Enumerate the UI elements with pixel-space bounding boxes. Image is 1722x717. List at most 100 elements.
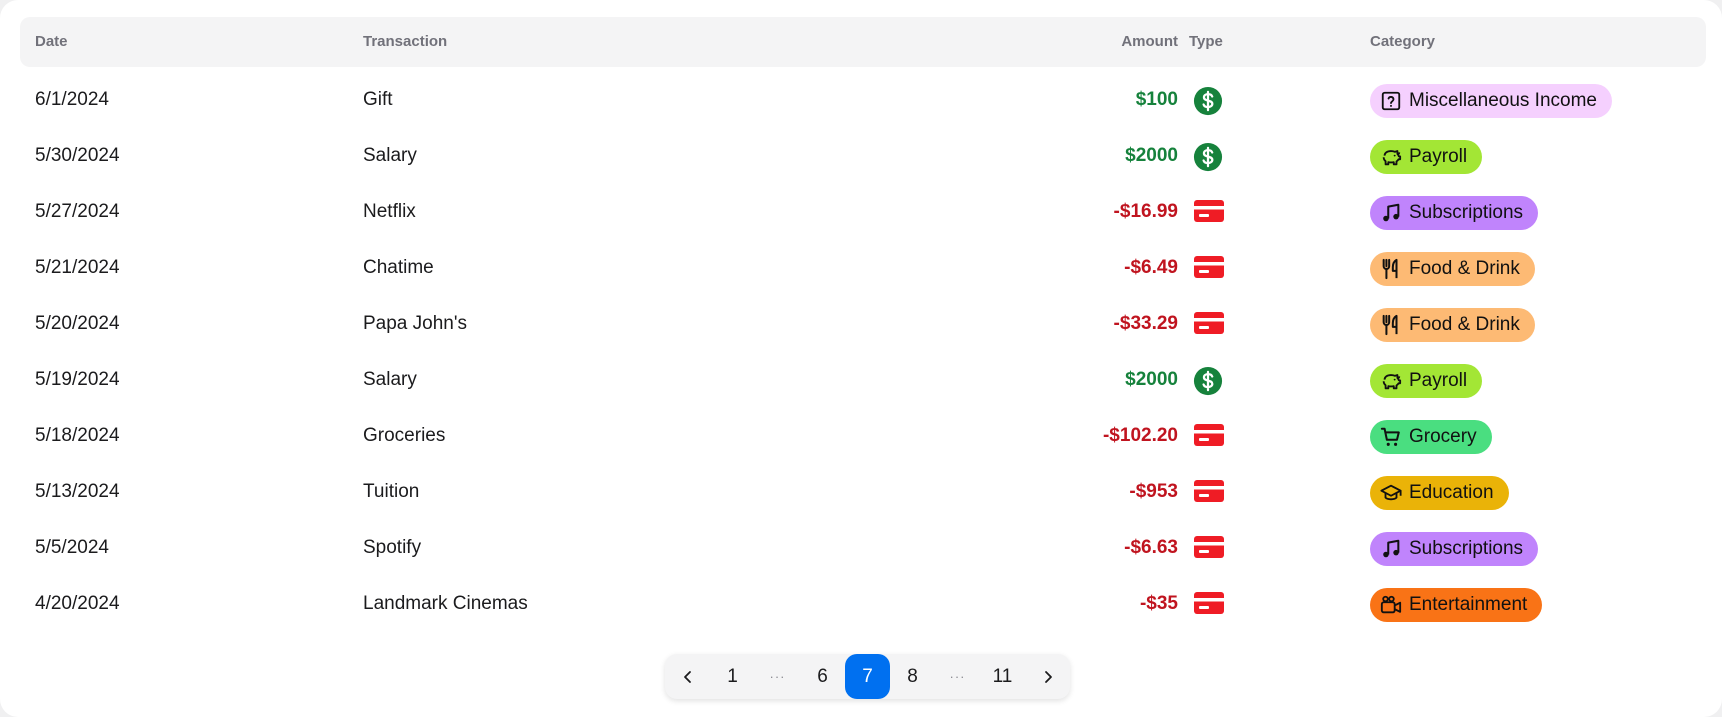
page-button[interactable]: 11 bbox=[980, 654, 1025, 699]
credit-card-icon bbox=[1193, 422, 1225, 450]
category-badge[interactable]: Payroll bbox=[1370, 364, 1483, 398]
transaction-cell: Spotify bbox=[363, 537, 422, 558]
category-badge[interactable]: Subscriptions bbox=[1370, 196, 1539, 230]
amount-cell: $100 bbox=[1135, 89, 1178, 110]
pagination-ellipsis: ··· bbox=[769, 669, 786, 684]
table-row[interactable]: 4/20/2024 Landmark Cinemas -$35 Entertai… bbox=[20, 576, 1706, 632]
dollar-circle-icon bbox=[1193, 366, 1225, 396]
dollar-circle-icon bbox=[1193, 86, 1225, 116]
shopping-cart-icon bbox=[1380, 426, 1402, 448]
category-label: Grocery bbox=[1409, 426, 1477, 447]
music-icon bbox=[1380, 538, 1402, 560]
page-button[interactable]: 8 bbox=[890, 654, 935, 699]
category-label: Payroll bbox=[1409, 146, 1468, 167]
date-cell: 5/27/2024 bbox=[35, 201, 120, 222]
table-row[interactable]: 5/30/2024 Salary $2000 Payroll bbox=[20, 128, 1706, 184]
credit-card-icon bbox=[1193, 534, 1225, 562]
category-badge[interactable]: Grocery bbox=[1370, 420, 1492, 454]
music-icon bbox=[1380, 202, 1402, 224]
next-page-button[interactable] bbox=[1025, 654, 1070, 699]
header-date[interactable]: Date bbox=[35, 17, 68, 67]
date-cell: 5/30/2024 bbox=[35, 145, 120, 166]
transaction-cell: Tuition bbox=[363, 481, 420, 502]
amount-cell: -$953 bbox=[1129, 481, 1178, 502]
category-badge[interactable]: Miscellaneous Income bbox=[1370, 84, 1612, 118]
question-icon bbox=[1380, 90, 1402, 112]
category-cell: Food & Drink bbox=[1370, 252, 1535, 286]
table-row[interactable]: 5/18/2024 Groceries -$102.20 Grocery bbox=[20, 408, 1706, 464]
pagination: 1 ··· 6 7 8 ··· 11 bbox=[665, 654, 1070, 699]
credit-card-icon bbox=[1193, 198, 1225, 226]
category-cell: Grocery bbox=[1370, 420, 1492, 454]
amount-cell: $2000 bbox=[1125, 369, 1178, 390]
transactions-card: Date Transaction Amount Type Category 6/… bbox=[0, 0, 1722, 717]
category-label: Food & Drink bbox=[1409, 258, 1520, 279]
category-badge[interactable]: Food & Drink bbox=[1370, 308, 1535, 342]
table-row[interactable]: 5/13/2024 Tuition -$953 Education bbox=[20, 464, 1706, 520]
credit-card-icon bbox=[1193, 254, 1225, 282]
transaction-cell: Chatime bbox=[363, 257, 434, 278]
category-cell: Payroll bbox=[1370, 140, 1483, 174]
pagination-ellipsis: ··· bbox=[949, 669, 966, 684]
graduation-cap-icon bbox=[1380, 482, 1402, 504]
category-label: Entertainment bbox=[1409, 594, 1528, 615]
category-cell: Subscriptions bbox=[1370, 532, 1539, 566]
table-header: Date Transaction Amount Type Category bbox=[20, 17, 1706, 67]
amount-cell: -$6.63 bbox=[1124, 537, 1178, 558]
amount-cell: -$33.29 bbox=[1113, 313, 1178, 334]
date-cell: 5/5/2024 bbox=[35, 537, 109, 558]
table-row[interactable]: 5/21/2024 Chatime -$6.49 Food & Drink bbox=[20, 240, 1706, 296]
date-cell: 5/18/2024 bbox=[35, 425, 120, 446]
utensils-icon bbox=[1380, 314, 1402, 336]
category-badge[interactable]: Payroll bbox=[1370, 140, 1483, 174]
credit-card-icon bbox=[1193, 590, 1225, 618]
header-amount[interactable]: Amount bbox=[1121, 17, 1178, 67]
transaction-cell: Groceries bbox=[363, 425, 446, 446]
date-cell: 5/13/2024 bbox=[35, 481, 120, 502]
page-button[interactable]: 6 bbox=[800, 654, 845, 699]
category-cell: Payroll bbox=[1370, 364, 1483, 398]
category-label: Education bbox=[1409, 482, 1494, 503]
chevron-left-icon bbox=[680, 669, 696, 685]
header-category[interactable]: Category bbox=[1370, 17, 1435, 67]
amount-cell: -$16.99 bbox=[1113, 201, 1178, 222]
table-row[interactable]: 5/20/2024 Papa John's -$33.29 Food & Dri… bbox=[20, 296, 1706, 352]
category-cell: Subscriptions bbox=[1370, 196, 1539, 230]
category-label: Miscellaneous Income bbox=[1409, 90, 1597, 111]
transaction-cell: Landmark Cinemas bbox=[363, 593, 528, 614]
prev-page-button[interactable] bbox=[665, 654, 710, 699]
date-cell: 4/20/2024 bbox=[35, 593, 120, 614]
table-row[interactable]: 6/1/2024 Gift $100 Miscellaneous Income bbox=[20, 72, 1706, 128]
category-badge[interactable]: Subscriptions bbox=[1370, 532, 1539, 566]
dollar-circle-icon bbox=[1193, 142, 1225, 172]
transaction-cell: Salary bbox=[363, 145, 417, 166]
category-cell: Miscellaneous Income bbox=[1370, 84, 1612, 118]
category-label: Subscriptions bbox=[1409, 538, 1524, 559]
category-cell: Education bbox=[1370, 476, 1509, 510]
utensils-icon bbox=[1380, 258, 1402, 280]
table-row[interactable]: 5/19/2024 Salary $2000 Payroll bbox=[20, 352, 1706, 408]
page-button-current[interactable]: 7 bbox=[845, 654, 890, 699]
piggy-bank-icon bbox=[1380, 146, 1402, 168]
table-row[interactable]: 5/5/2024 Spotify -$6.63 Subscriptions bbox=[20, 520, 1706, 576]
amount-cell: -$102.20 bbox=[1102, 425, 1178, 446]
category-badge[interactable]: Education bbox=[1370, 476, 1509, 510]
transaction-cell: Salary bbox=[363, 369, 417, 390]
table-body: 6/1/2024 Gift $100 Miscellaneous Income … bbox=[20, 72, 1706, 632]
date-cell: 5/21/2024 bbox=[35, 257, 120, 278]
category-label: Payroll bbox=[1409, 370, 1468, 391]
page-button[interactable]: 1 bbox=[710, 654, 755, 699]
category-badge[interactable]: Food & Drink bbox=[1370, 252, 1535, 286]
transaction-cell: Gift bbox=[363, 89, 393, 110]
amount-cell: -$6.49 bbox=[1124, 257, 1178, 278]
header-type[interactable]: Type bbox=[1189, 17, 1223, 67]
date-cell: 6/1/2024 bbox=[35, 89, 109, 110]
category-label: Subscriptions bbox=[1409, 202, 1524, 223]
header-transaction[interactable]: Transaction bbox=[363, 17, 447, 67]
table-row[interactable]: 5/27/2024 Netflix -$16.99 Subscriptions bbox=[20, 184, 1706, 240]
category-badge[interactable]: Entertainment bbox=[1370, 588, 1543, 622]
amount-cell: $2000 bbox=[1125, 145, 1178, 166]
date-cell: 5/19/2024 bbox=[35, 369, 120, 390]
date-cell: 5/20/2024 bbox=[35, 313, 120, 334]
category-label: Food & Drink bbox=[1409, 314, 1520, 335]
